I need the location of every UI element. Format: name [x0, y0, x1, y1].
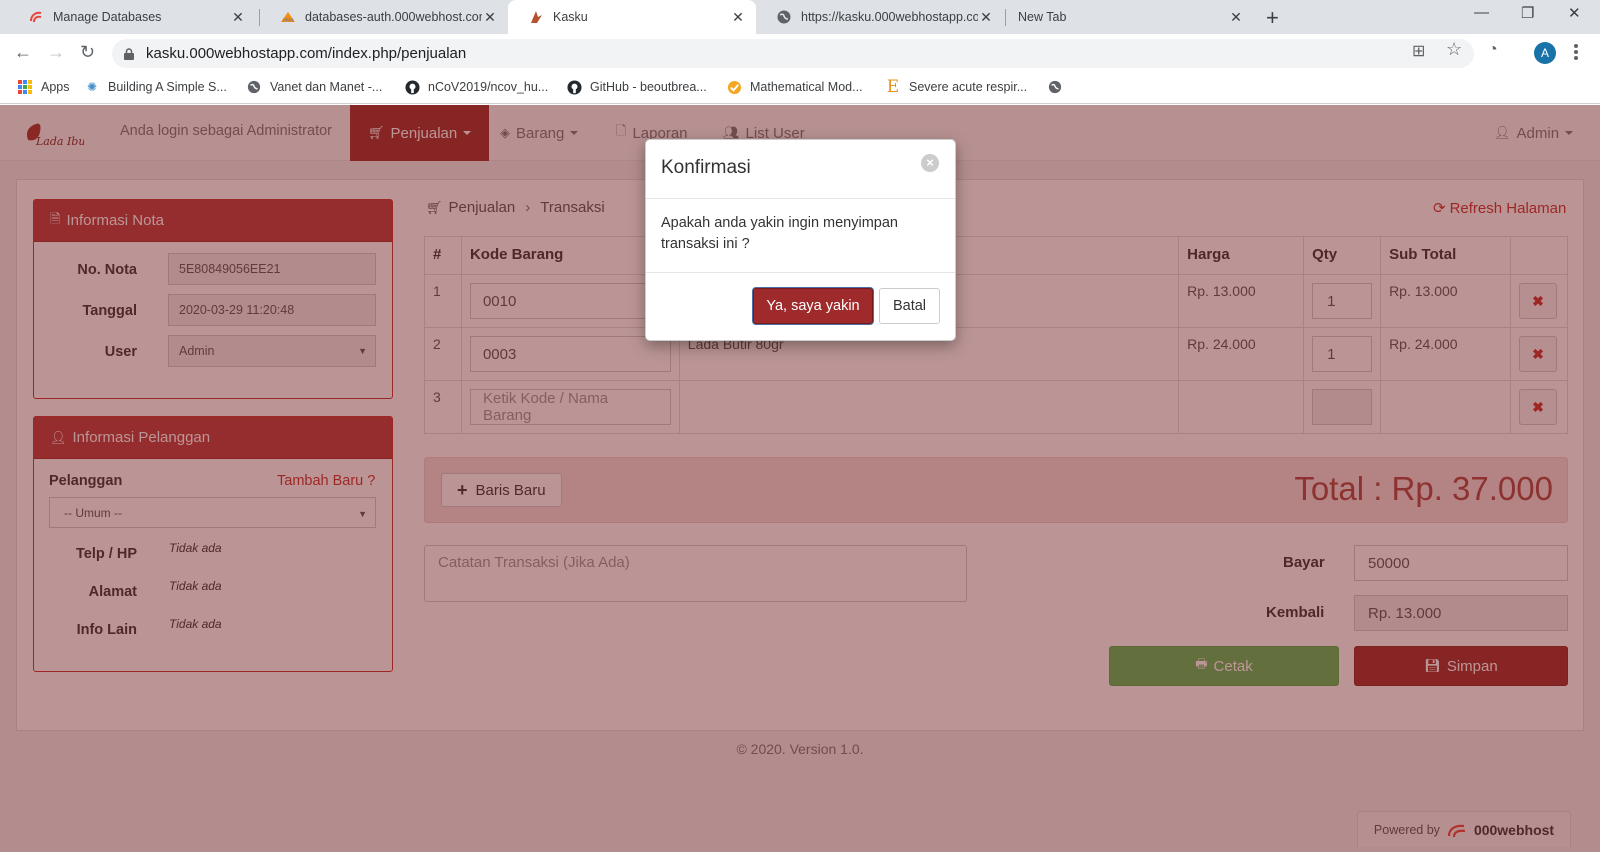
- github-icon: [404, 79, 420, 95]
- bookmark-apps[interactable]: Apps: [17, 79, 70, 95]
- svg-text:PMA: PMA: [283, 18, 294, 24]
- bookmark-globe[interactable]: [1047, 79, 1071, 95]
- address-bar-row: ← → ↻ kasku.000webhostapp.com/index.php/…: [0, 34, 1600, 72]
- modal-message: Apakah anda yakin ingin menyimpan transa…: [646, 199, 955, 273]
- bookmark-github-beoutbreak[interactable]: GitHub - beoutbrea...: [566, 79, 707, 95]
- close-tab-icon[interactable]: ✕: [1228, 9, 1244, 26]
- close-tab-icon[interactable]: ✕: [978, 9, 994, 26]
- tab-kasku-url[interactable]: https://kasku.000webhostapp.com ✕: [756, 0, 1004, 34]
- browser-tab-strip: Manage Databases ✕ PMA databases-auth.00…: [0, 0, 1600, 34]
- extension-speed-icon[interactable]: ◔: [1488, 41, 1498, 59]
- bookmark-ncov[interactable]: nCoV2019/ncov_hu...: [404, 79, 548, 95]
- forward-arrow-icon[interactable]: →: [47, 42, 65, 63]
- omnibox[interactable]: kasku.000webhostapp.com/index.php/penjua…: [112, 39, 1474, 68]
- modal-header: Konfirmasi ×: [646, 140, 955, 199]
- tab-manage-databases[interactable]: Manage Databases ✕: [8, 0, 256, 34]
- apps-grid-icon: [17, 79, 33, 95]
- back-arrow-icon[interactable]: ←: [14, 42, 32, 63]
- translate-icon[interactable]: ⊞: [1412, 41, 1425, 61]
- bookmark-building-simple[interactable]: ✺ Building A Simple S...: [84, 79, 227, 95]
- 000webhost-icon: [28, 9, 44, 25]
- close-window-icon[interactable]: ✕: [1568, 4, 1581, 22]
- browser-menu-icon[interactable]: [1574, 44, 1578, 62]
- cancel-button[interactable]: Batal: [879, 288, 940, 324]
- close-tab-icon[interactable]: ✕: [230, 9, 246, 26]
- kasku-icon: [528, 9, 544, 25]
- confirm-yes-button[interactable]: Ya, saya yakin: [753, 288, 873, 324]
- new-tab-plus-icon[interactable]: +: [1266, 5, 1279, 31]
- tab-kasku[interactable]: Kasku ✕: [508, 0, 756, 34]
- modal-title: Konfirmasi: [661, 157, 751, 178]
- sun-icon: ✺: [86, 80, 98, 94]
- letter-e-icon: E: [886, 77, 900, 97]
- confirmation-modal: Konfirmasi × Apakah anda yakin ingin men…: [645, 139, 956, 341]
- bookmarks-bar: Apps ✺ Building A Simple S... Vanet dan …: [0, 72, 1600, 104]
- tab-new-tab[interactable]: New Tab ✕: [1006, 0, 1254, 34]
- phpmyadmin-icon: PMA: [280, 9, 296, 25]
- modal-footer: Ya, saya yakin Batal: [646, 273, 955, 341]
- close-tab-icon[interactable]: ✕: [730, 9, 746, 26]
- bookmark-vanet-manet[interactable]: Vanet dan Manet -...: [246, 79, 382, 95]
- close-icon[interactable]: ×: [921, 154, 939, 172]
- github-icon: [566, 79, 582, 95]
- bookmark-mathematical-mod[interactable]: Mathematical Mod...: [726, 79, 863, 95]
- profile-avatar[interactable]: A: [1534, 42, 1556, 64]
- reload-icon[interactable]: ↻: [80, 42, 95, 63]
- close-tab-icon[interactable]: ✕: [482, 9, 498, 26]
- bookmark-severe-acute[interactable]: E Severe acute respir...: [885, 77, 1027, 97]
- globe-icon: [776, 9, 792, 25]
- minimize-icon[interactable]: —: [1474, 4, 1489, 21]
- tab-databases-auth[interactable]: PMA databases-auth.000webhost.com ✕: [260, 0, 508, 34]
- lock-icon: [124, 47, 134, 60]
- globe-icon: [246, 79, 262, 95]
- globe-icon: [1047, 79, 1063, 95]
- restore-icon[interactable]: ❐: [1521, 4, 1534, 22]
- orange-badge-icon: [726, 79, 742, 95]
- bookmark-star-icon[interactable]: ☆: [1446, 39, 1462, 60]
- url-text: kasku.000webhostapp.com/index.php/penjua…: [146, 45, 467, 62]
